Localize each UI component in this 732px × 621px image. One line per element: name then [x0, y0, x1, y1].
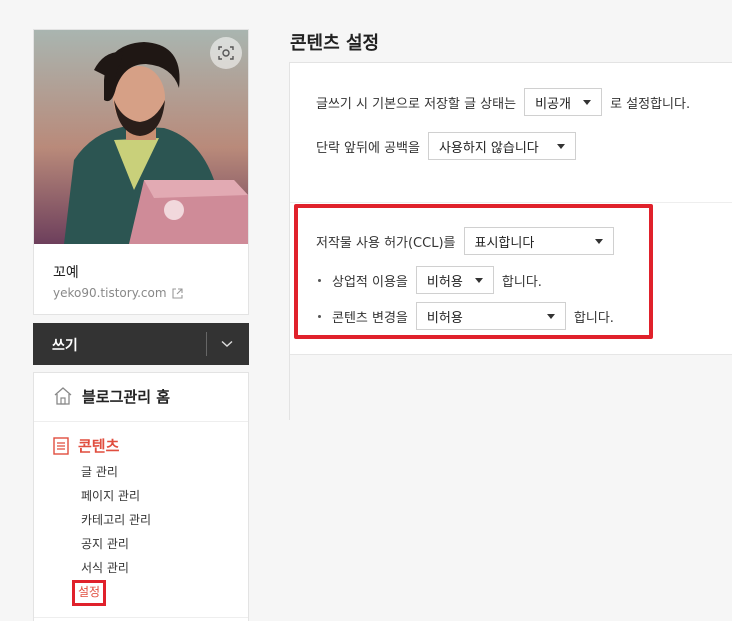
submenu-template-management[interactable]: 서식 관리 — [81, 557, 151, 581]
home-icon — [54, 387, 72, 405]
caret-down-icon — [583, 100, 592, 105]
write-dropdown-toggle[interactable] — [219, 336, 235, 352]
write-button[interactable]: 쓰기 — [52, 335, 78, 355]
submenu-notice-management[interactable]: 공지 관리 — [81, 533, 151, 557]
profile-url-link[interactable]: yeko90.tistory.com — [53, 286, 183, 300]
chevron-down-icon — [221, 340, 233, 347]
paragraph-spacing-value: 사용하지 않습니다 — [438, 140, 539, 156]
sidebar-item-home-label: 블로그관리 홈 — [82, 388, 171, 406]
sidebar-item-home[interactable]: 블로그관리 홈 — [34, 373, 248, 422]
write-divider — [206, 332, 207, 356]
sidebar-menu: 블로그관리 홈 콘텐츠 글 관리 페이지 관리 카테고리 관리 공지 관리 서식… — [33, 372, 249, 621]
submenu-category-management[interactable]: 카테고리 관리 — [81, 509, 151, 533]
scan-icon — [218, 46, 234, 60]
profile-card: 꼬예 yeko90.tistory.com — [33, 29, 249, 315]
contents-submenu: 글 관리 페이지 관리 카테고리 관리 공지 관리 서식 관리 설정 — [71, 461, 151, 606]
write-bar: 쓰기 — [33, 323, 249, 365]
section-divider — [290, 202, 732, 203]
sidebar-item-contents[interactable]: 콘텐츠 — [53, 435, 119, 456]
paragraph-spacing-row: 단락 앞뒤에 공백을 사용하지 않습니다 — [316, 132, 584, 160]
paragraph-spacing-prefix: 단락 앞뒤에 공백을 — [316, 140, 420, 156]
menu-divider — [34, 617, 248, 618]
default-status-prefix: 글쓰기 시 기본으로 저장할 글 상태는 — [316, 96, 517, 112]
profile-url-text: yeko90.tistory.com — [53, 286, 167, 300]
ccl-highlight-box — [294, 204, 653, 339]
default-status-select[interactable]: 비공개 — [524, 88, 603, 116]
external-link-icon — [171, 287, 183, 299]
panel-footer — [290, 354, 732, 420]
submenu-post-management[interactable]: 글 관리 — [81, 461, 151, 485]
submenu-settings[interactable]: 설정 — [71, 580, 107, 606]
paragraph-spacing-select[interactable]: 사용하지 않습니다 — [427, 132, 576, 160]
profile-name: 꼬예 — [53, 265, 79, 281]
caret-down-icon — [556, 144, 565, 149]
submenu-page-management[interactable]: 페이지 관리 — [81, 485, 151, 509]
sidebar-item-contents-label: 콘텐츠 — [78, 437, 120, 455]
document-icon — [53, 436, 69, 455]
default-status-suffix: 로 설정합니다. — [610, 96, 691, 112]
page-title: 콘텐츠 설정 — [290, 33, 380, 54]
profile-image[interactable] — [34, 30, 248, 244]
profile-photo-button[interactable] — [210, 37, 242, 69]
default-status-row: 글쓰기 시 기본으로 저장할 글 상태는 비공개 로 설정합니다. — [316, 88, 690, 116]
default-status-value: 비공개 — [535, 96, 571, 112]
